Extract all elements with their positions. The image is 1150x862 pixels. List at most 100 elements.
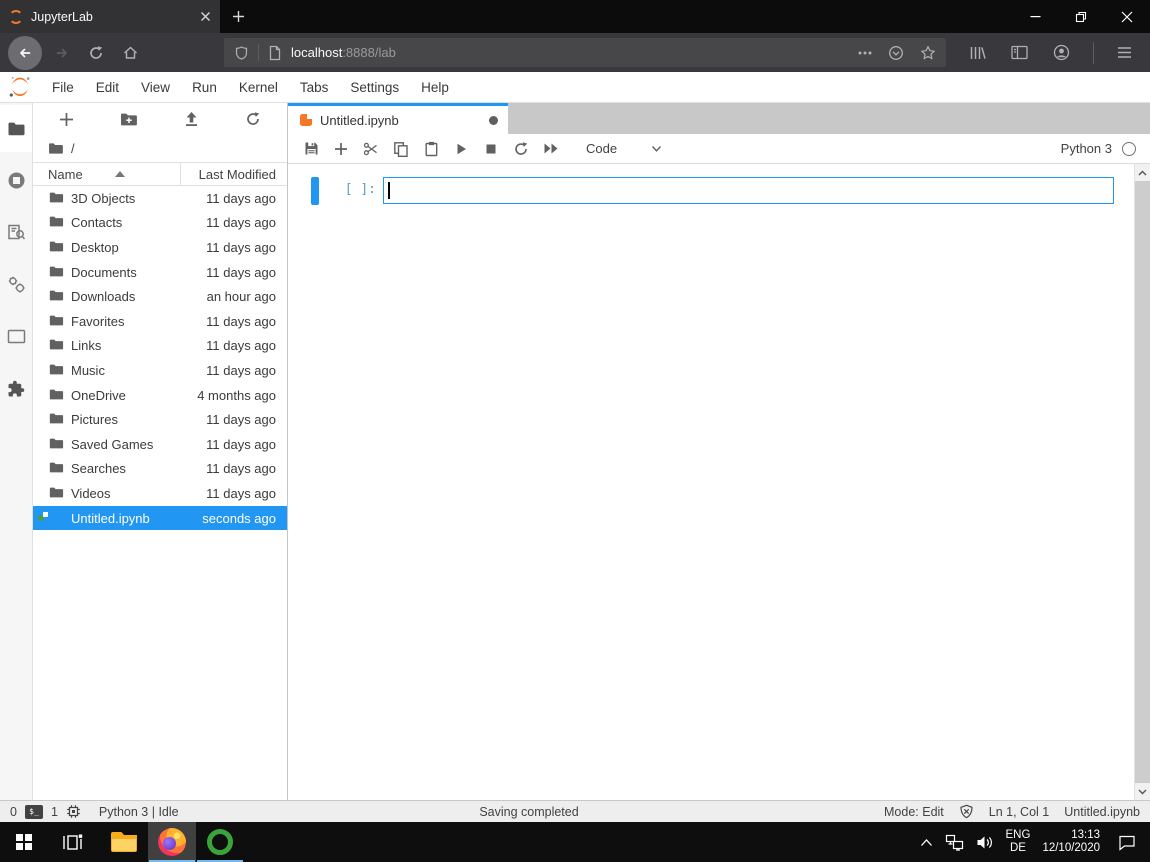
menubar-item[interactable]: Kernel [228, 72, 289, 102]
save-button[interactable] [296, 137, 326, 161]
tracking-shield-icon[interactable] [234, 45, 249, 61]
file-row[interactable]: Documents 11 days ago [33, 260, 287, 285]
new-tab-button[interactable] [220, 0, 256, 33]
sidebar-tab-open-tabs[interactable] [0, 313, 32, 360]
network-icon[interactable] [945, 834, 964, 851]
menubar-item[interactable]: Tabs [289, 72, 340, 102]
hamburger-menu-icon[interactable] [1108, 37, 1140, 69]
reload-button[interactable] [80, 37, 112, 69]
home-button[interactable] [114, 37, 146, 69]
jupyter-menubar-items: File Edit View Run Kernel Tabs Settings … [41, 72, 460, 102]
tray-expand-icon[interactable] [920, 838, 933, 847]
breadcrumb-root[interactable]: / [71, 141, 75, 156]
paste-cells-button[interactable] [416, 137, 446, 161]
cell-type-select[interactable]: Code [580, 141, 668, 156]
file-name: Desktop [71, 240, 206, 255]
scrollbar-thumb[interactable] [1135, 181, 1150, 783]
cell-collapser[interactable] [311, 177, 319, 205]
file-row[interactable]: Music 11 days ago [33, 358, 287, 383]
copy-cells-button[interactable] [386, 137, 416, 161]
file-modified: 4 months ago [197, 388, 276, 403]
file-row[interactable]: 3D Objects 11 days ago [33, 186, 287, 211]
task-view-button[interactable] [48, 822, 96, 862]
file-row[interactable]: Downloads an hour ago [33, 284, 287, 309]
kernel-status-icon[interactable] [1122, 142, 1136, 156]
sidebar-tab-running[interactable] [0, 157, 32, 204]
file-row[interactable]: Favorites 11 days ago [33, 309, 287, 334]
file-row[interactable]: Untitled.ipynb seconds ago [33, 506, 287, 531]
back-button[interactable] [8, 36, 42, 70]
greenshot-taskbar-button[interactable] [196, 822, 244, 862]
breadcrumb[interactable]: / [33, 135, 287, 162]
kernel-status-text[interactable]: Python 3 | Idle [99, 805, 179, 819]
new-launcher-button[interactable] [59, 112, 74, 127]
page-actions-icon[interactable] [858, 51, 872, 55]
pocket-icon[interactable] [888, 45, 904, 61]
file-row[interactable]: OneDrive 4 months ago [33, 383, 287, 408]
file-row[interactable]: Contacts 11 days ago [33, 211, 287, 236]
add-cell-button[interactable] [326, 137, 356, 161]
unsaved-changes-indicator[interactable] [489, 116, 498, 125]
account-icon[interactable] [1045, 37, 1077, 69]
tab-close-icon[interactable] [200, 11, 211, 22]
menubar-item[interactable]: Edit [85, 72, 130, 102]
restart-kernel-button[interactable] [506, 137, 536, 161]
sidebar-tab-command-palette[interactable] [0, 209, 32, 256]
file-row[interactable]: Videos 11 days ago [33, 481, 287, 506]
sidebar-tab-property-inspector[interactable] [0, 261, 32, 308]
language-indicator[interactable]: ENG DE [1006, 829, 1031, 856]
file-explorer-button[interactable] [100, 822, 148, 862]
firefox-taskbar-button[interactable] [148, 822, 196, 862]
cursor-position[interactable]: Ln 1, Col 1 [989, 805, 1049, 819]
menubar-item[interactable]: Help [410, 72, 460, 102]
notebook-scrollbar[interactable] [1134, 164, 1150, 800]
menubar-item[interactable]: Run [181, 72, 228, 102]
refresh-file-list-button[interactable] [245, 111, 261, 127]
trust-indicator-icon[interactable] [959, 804, 974, 819]
sidebar-tab-file-browser[interactable] [0, 105, 32, 152]
volume-icon[interactable] [976, 835, 994, 850]
window-restore-button[interactable] [1058, 0, 1104, 33]
scroll-up-icon[interactable] [1135, 164, 1150, 181]
column-header-name[interactable]: Name [33, 163, 181, 185]
active-file-name[interactable]: Untitled.ipynb [1064, 805, 1140, 819]
sidebar-toggle-icon[interactable] [1003, 37, 1035, 69]
window-minimize-button[interactable] [1012, 0, 1058, 33]
code-cell[interactable]: [ ]: [288, 177, 1134, 205]
kernels-count[interactable]: 1 [51, 805, 58, 819]
page-info-icon[interactable] [268, 45, 282, 61]
menubar-item[interactable]: Settings [339, 72, 410, 102]
run-cell-button[interactable] [446, 137, 476, 161]
notebook-mode[interactable]: Mode: Edit [884, 805, 944, 819]
browser-tab[interactable]: JupyterLab [0, 0, 220, 33]
upload-button[interactable] [184, 111, 199, 127]
start-button[interactable] [0, 822, 48, 862]
menubar-item[interactable]: File [41, 72, 85, 102]
menubar-item[interactable]: View [130, 72, 181, 102]
bookmark-star-icon[interactable] [920, 45, 936, 61]
window-close-button[interactable] [1104, 0, 1150, 33]
kernel-name[interactable]: Python 3 [1061, 141, 1112, 156]
run-all-cells-button[interactable] [536, 137, 566, 161]
file-row[interactable]: Saved Games 11 days ago [33, 432, 287, 457]
new-folder-button[interactable] [120, 112, 138, 127]
scroll-down-icon[interactable] [1135, 783, 1150, 800]
interrupt-kernel-button[interactable] [476, 137, 506, 161]
cut-cells-button[interactable] [356, 137, 386, 161]
cell-editor[interactable] [383, 177, 1114, 204]
library-icon[interactable] [961, 37, 993, 69]
file-row[interactable]: Searches 11 days ago [33, 457, 287, 482]
action-center-icon[interactable] [1118, 834, 1136, 851]
clock[interactable]: 13:13 12/10/2020 [1042, 829, 1100, 856]
terminals-count[interactable]: 0 [10, 805, 17, 819]
forward-button[interactable] [46, 37, 78, 69]
sidebar-tab-extensions[interactable] [0, 365, 32, 412]
url-bar[interactable]: localhost:8888/lab [224, 38, 946, 67]
file-row[interactable]: Links 11 days ago [33, 334, 287, 359]
file-row[interactable]: Desktop 11 days ago [33, 235, 287, 260]
column-header-modified[interactable]: Last Modified [181, 163, 287, 185]
file-row[interactable]: Pictures 11 days ago [33, 407, 287, 432]
file-name: Music [71, 363, 206, 378]
url-text[interactable]: localhost:8888/lab [291, 45, 396, 60]
notebook-tab[interactable]: Untitled.ipynb [288, 103, 508, 134]
